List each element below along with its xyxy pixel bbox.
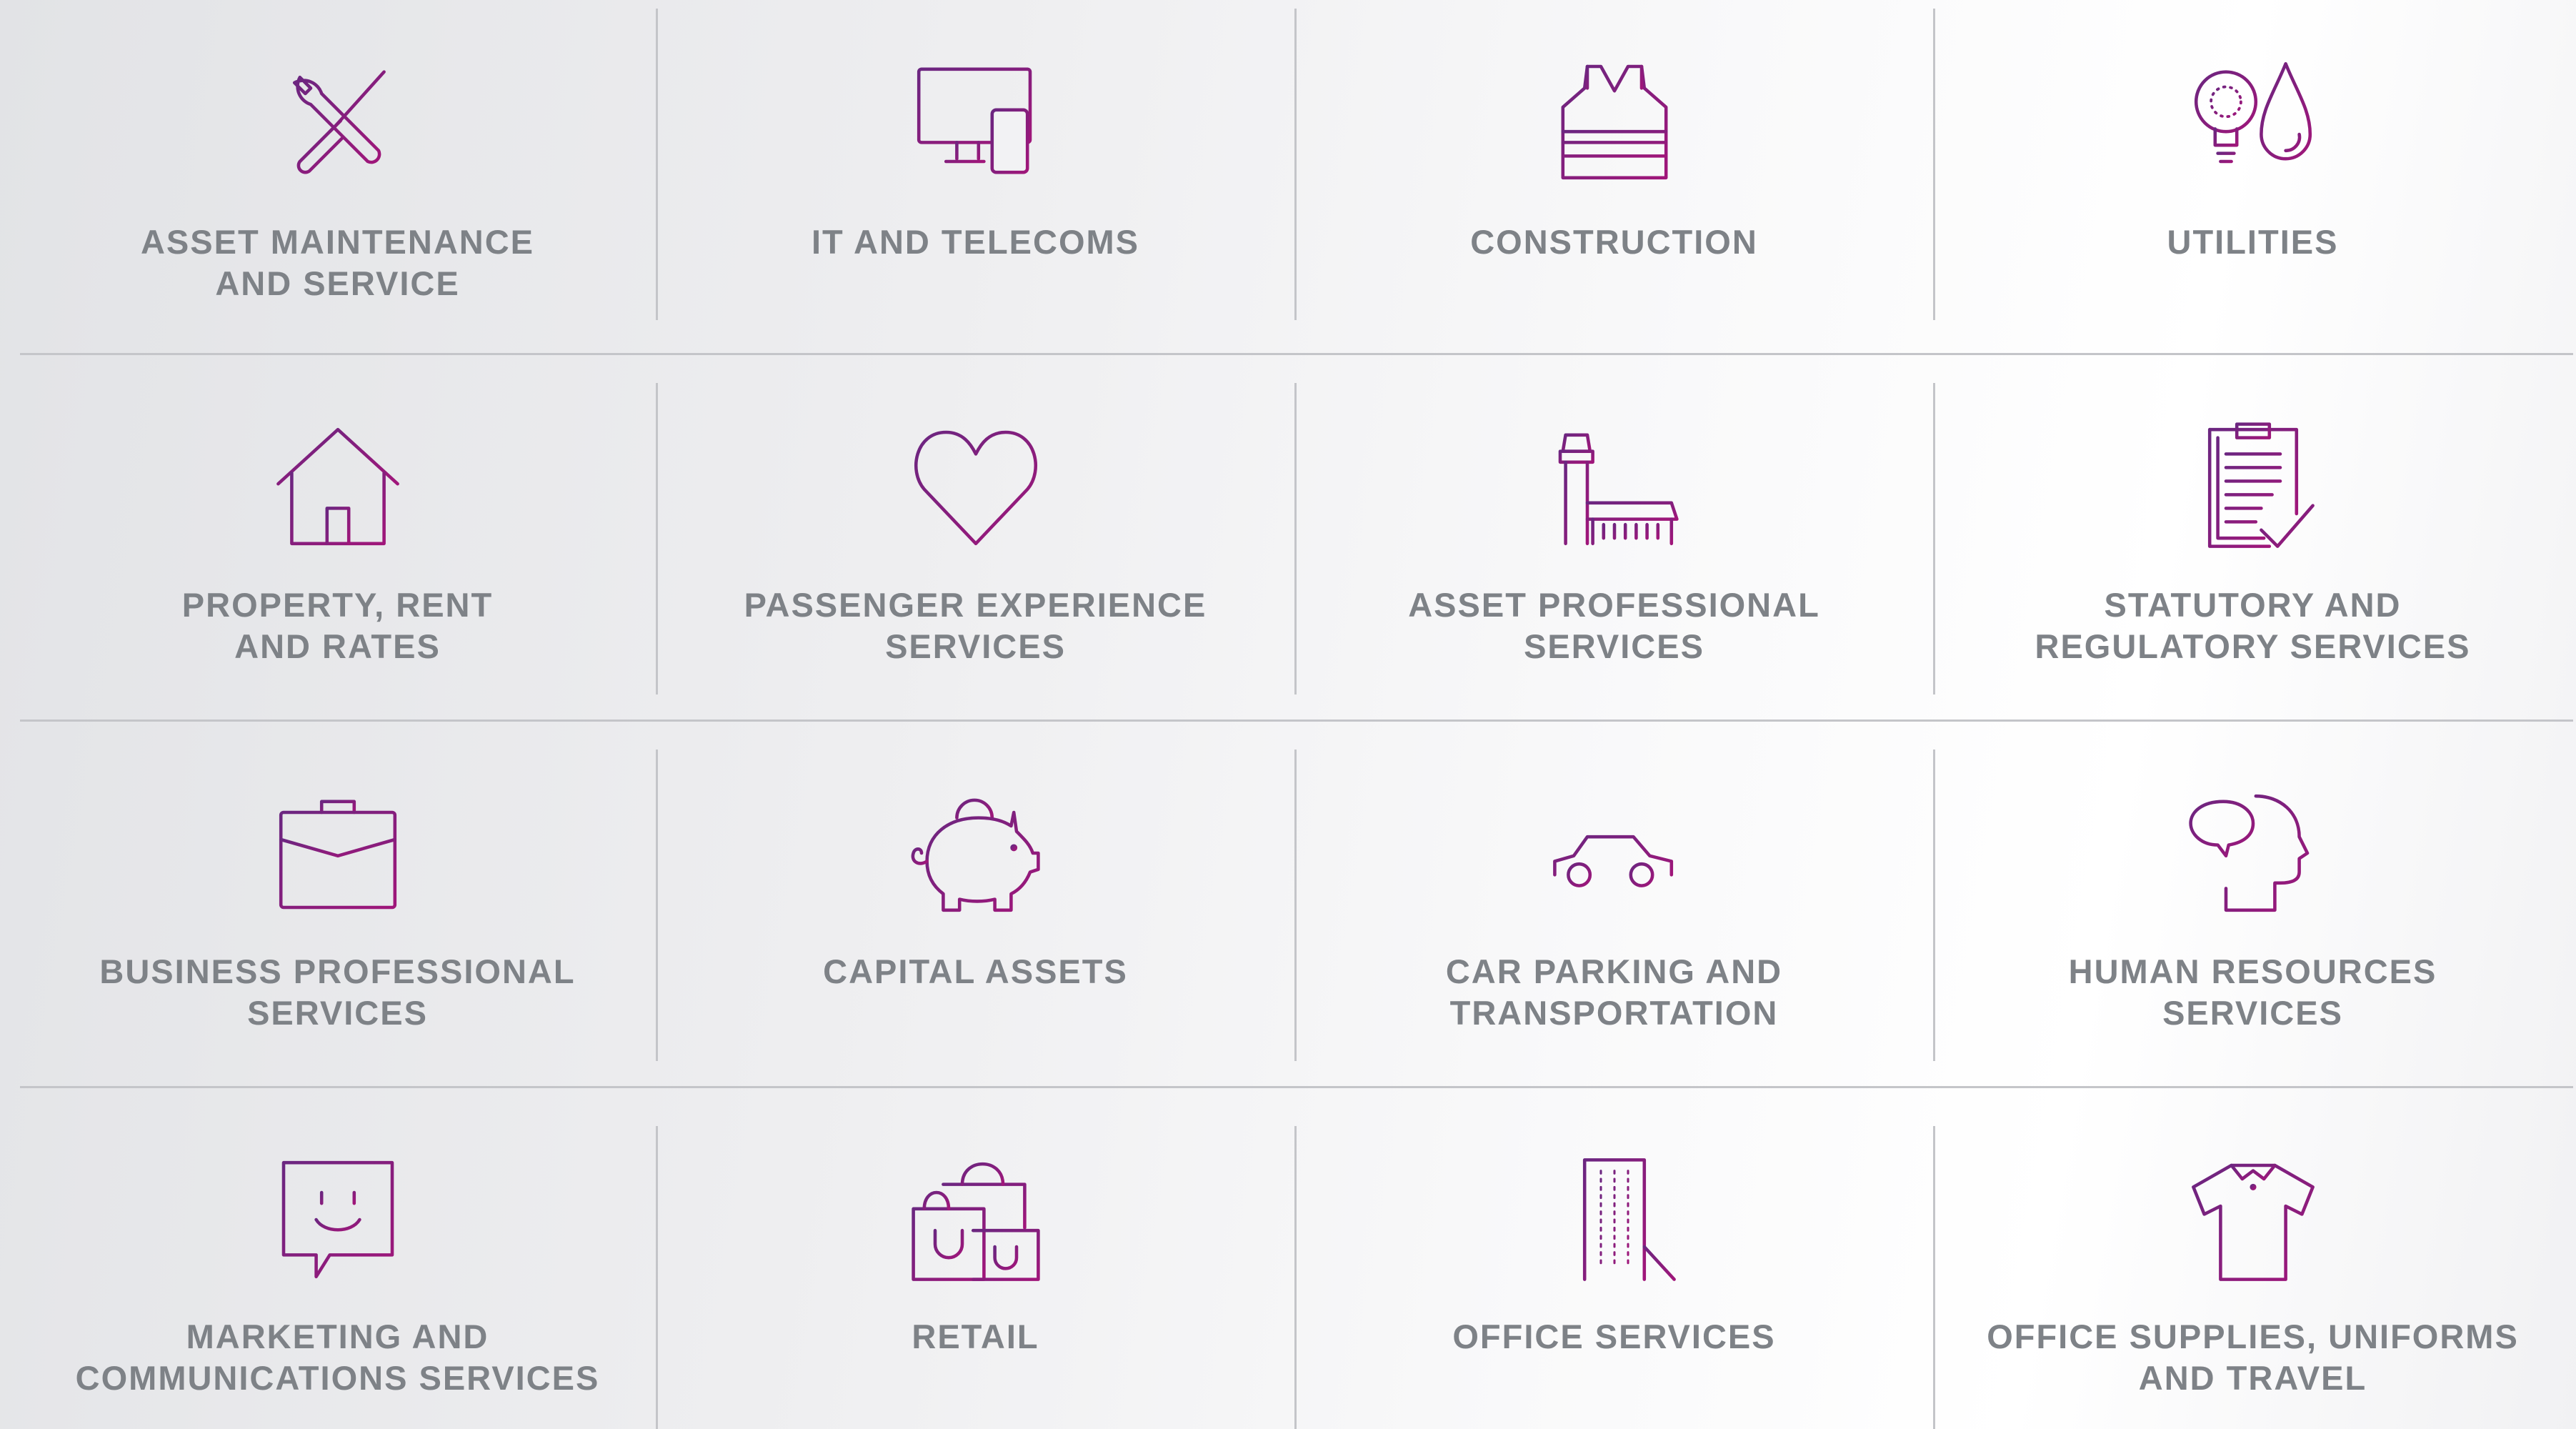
sector-label: ASSET MAINTENANCE AND SERVICE — [140, 223, 535, 302]
shopping-bags-icon — [908, 1152, 1044, 1288]
row-divider — [20, 1086, 2573, 1088]
sector-label: MARKETING AND COMMUNICATIONS SERVICES — [75, 1318, 600, 1397]
sector-label: BUSINESS PROFESSIONAL SERVICES — [99, 952, 576, 1032]
grid-row: MARKETING AND COMMUNICATIONS SERVICES RE… — [0, 1100, 2576, 1429]
sector-label: IT AND TELECOMS — [811, 223, 1140, 261]
row-divider — [20, 720, 2573, 722]
sector-card-utilities[interactable]: UTILITIES — [1934, 0, 2572, 354]
sector-label: PASSENGER EXPERIENCE SERVICES — [744, 586, 1207, 665]
sector-label: ASSET PROFESSIONAL SERVICES — [1408, 586, 1820, 665]
sector-label: STATUTORY AND REGULATORY SERVICES — [2035, 586, 2471, 665]
sector-card-asset-professional[interactable]: ASSET PROFESSIONAL SERVICES — [1295, 367, 1933, 722]
sector-card-office-supplies[interactable]: OFFICE SUPPLIES, UNIFORMS AND TRAVEL — [1934, 1100, 2572, 1429]
office-building-icon — [1547, 1152, 1682, 1288]
sector-grid: ASSET MAINTENANCE AND SERVICE IT AND TEL… — [0, 0, 2576, 1429]
clipboard-check-icon — [2185, 419, 2321, 554]
sector-card-passenger-experience[interactable]: PASSENGER EXPERIENCE SERVICES — [657, 367, 1294, 722]
sector-label: CAR PARKING AND TRANSPORTATION — [1445, 952, 1783, 1032]
sector-label: OFFICE SUPPLIES, UNIFORMS AND TRAVEL — [1987, 1318, 2519, 1397]
piggy-bank-icon — [908, 785, 1044, 921]
sector-label: CONSTRUCTION — [1470, 223, 1758, 261]
sector-card-car-parking[interactable]: CAR PARKING AND TRANSPORTATION — [1295, 734, 1933, 1088]
sector-card-it-telecoms[interactable]: IT AND TELECOMS — [657, 0, 1294, 354]
monitor-tablet-icon — [908, 53, 1044, 189]
sector-label: OFFICE SERVICES — [1452, 1318, 1776, 1355]
sector-card-marketing[interactable]: MARKETING AND COMMUNICATIONS SERVICES — [19, 1100, 657, 1429]
safety-vest-icon — [1547, 53, 1682, 189]
row-divider — [20, 353, 2573, 355]
sector-card-asset-maintenance[interactable]: ASSET MAINTENANCE AND SERVICE — [19, 0, 657, 354]
sector-label: HUMAN RESOURCES SERVICES — [2068, 952, 2437, 1032]
heart-icon — [908, 419, 1044, 554]
grid-row: ASSET MAINTENANCE AND SERVICE IT AND TEL… — [0, 0, 2576, 354]
bulb-drop-icon — [2185, 53, 2321, 189]
sector-card-statutory[interactable]: STATUTORY AND REGULATORY SERVICES — [1934, 367, 2572, 722]
house-icon — [270, 419, 406, 554]
head-speech-bubble-icon — [2185, 785, 2321, 921]
smiley-chat-icon — [270, 1152, 406, 1288]
briefcase-icon — [270, 785, 406, 921]
sector-card-capital-assets[interactable]: CAPITAL ASSETS — [657, 734, 1294, 1088]
sector-card-business-professional[interactable]: BUSINESS PROFESSIONAL SERVICES — [19, 734, 657, 1088]
sector-label: CAPITAL ASSETS — [823, 952, 1128, 990]
car-icon — [1547, 785, 1682, 921]
airport-tower-icon — [1547, 419, 1682, 554]
sector-card-construction[interactable]: CONSTRUCTION — [1295, 0, 1933, 354]
sector-card-human-resources[interactable]: HUMAN RESOURCES SERVICES — [1934, 734, 2572, 1088]
sector-label: RETAIL — [912, 1318, 1039, 1355]
grid-row: BUSINESS PROFESSIONAL SERVICES CAPITAL A… — [0, 734, 2576, 1088]
sector-card-office-services[interactable]: OFFICE SERVICES — [1295, 1100, 1933, 1429]
sector-card-retail[interactable]: RETAIL — [657, 1100, 1294, 1429]
sector-card-property[interactable]: PROPERTY, RENT AND RATES — [19, 367, 657, 722]
wrench-screwdriver-icon — [270, 53, 406, 189]
polo-shirt-icon — [2185, 1152, 2321, 1288]
grid-row: PROPERTY, RENT AND RATES PASSENGER EXPER… — [0, 367, 2576, 722]
sector-label: PROPERTY, RENT AND RATES — [181, 586, 494, 665]
sector-label: UTILITIES — [2167, 223, 2339, 261]
